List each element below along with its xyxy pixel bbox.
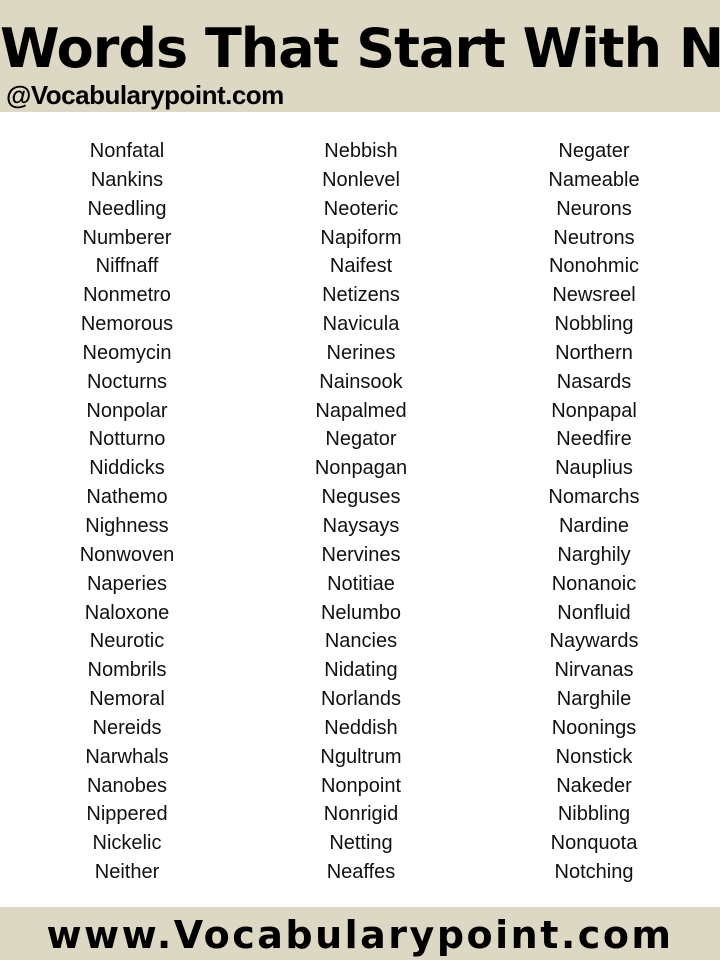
word-item: Nibbling — [557, 803, 631, 826]
word-item: Ngultrum — [320, 745, 402, 768]
word-item: Nanobes — [86, 774, 168, 797]
word-item: Nonfluid — [557, 601, 631, 624]
word-item: Nippered — [86, 803, 168, 826]
word-item: Nombrils — [87, 659, 167, 682]
word-item: Needling — [87, 197, 167, 220]
word-item: Nonpagan — [314, 457, 408, 480]
word-item: Nereids — [92, 716, 162, 739]
header-band: Words That Start With N @Vocabularypoint… — [0, 0, 720, 112]
word-item: Neutrons — [553, 226, 635, 249]
word-item: Nonohmic — [548, 255, 640, 278]
word-item: Nemorous — [80, 313, 174, 336]
word-item: Narghile — [556, 688, 632, 711]
word-item: Nocturns — [86, 370, 168, 393]
word-item: Nerines — [326, 341, 396, 364]
word-item: Nonpolar — [86, 399, 168, 422]
word-item: Nidating — [324, 659, 398, 682]
word-item: Nelumbo — [320, 601, 402, 624]
word-item: Neurons — [556, 197, 632, 220]
word-item: Nauplius — [555, 457, 633, 480]
word-item: Naperies — [86, 572, 168, 595]
word-item: Nonrigid — [323, 803, 399, 826]
word-item: Nickelic — [92, 832, 162, 855]
word-item: Neoteric — [323, 197, 399, 220]
word-item: Nainsook — [319, 370, 403, 393]
word-item: Norlands — [320, 688, 402, 711]
word-column-1: Nonfatal Nankins Needling Numberer Niffnaff N… — [17, 137, 237, 887]
word-item: Numberer — [82, 226, 172, 249]
word-item: Needfire — [556, 428, 632, 451]
footer-band: www.Vocabularypoint.com — [0, 907, 720, 960]
word-item: Nardine — [558, 514, 630, 537]
word-item: Nighness — [85, 514, 169, 537]
word-item: Notturno — [88, 428, 166, 451]
word-item: Northern — [555, 341, 633, 364]
word-item: Narwhals — [85, 745, 169, 768]
word-item: Nebbish — [324, 140, 398, 162]
site-handle: @Vocabularypoint.com — [6, 80, 284, 110]
word-item: Neddish — [324, 716, 398, 739]
word-item: Napalmed — [315, 399, 407, 422]
word-item: Nervines — [321, 543, 401, 566]
word-item: Netizens — [322, 284, 400, 307]
word-item: Nonpoint — [320, 774, 402, 797]
word-item: Naloxone — [84, 601, 170, 624]
word-item: Niddicks — [89, 457, 165, 480]
word-item: Nonlevel — [322, 168, 400, 191]
page-title: Words That Start With N — [0, 17, 720, 80]
word-item: Naysays — [322, 514, 400, 537]
word-item: Newsreel — [552, 284, 636, 307]
word-item: Neguses — [321, 486, 401, 509]
word-item: Naifest — [329, 255, 393, 278]
word-item: Neaffes — [326, 861, 396, 884]
word-item: Noonings — [551, 716, 637, 739]
word-item: Nasards — [556, 370, 632, 393]
word-item: Neither — [94, 861, 160, 884]
word-item: Narghily — [557, 543, 631, 566]
word-item: Naywards — [549, 630, 639, 653]
word-item: Netting — [329, 832, 393, 855]
word-item: Neurotic — [89, 630, 165, 653]
word-item: Nemoral — [89, 688, 165, 711]
word-item: Nameable — [548, 168, 640, 191]
word-item: Nirvanas — [554, 659, 634, 682]
word-item: Nonquota — [550, 832, 638, 855]
word-item: Nonmetro — [83, 284, 171, 307]
word-item: Nakeder — [556, 774, 632, 797]
word-item: Neomycin — [82, 341, 172, 364]
word-item: Nancies — [324, 630, 398, 653]
word-item: Nonanoic — [551, 572, 637, 595]
word-item: Nonfatal — [89, 140, 165, 162]
word-item: Napiform — [320, 226, 402, 249]
word-item: Niffnaff — [95, 255, 159, 278]
word-item: Negator — [325, 428, 397, 451]
word-item: Nonwoven — [79, 543, 175, 566]
word-item: Negater — [558, 140, 630, 162]
word-column-2: Nebbish Nonlevel Neoteric Napiform Naifest Ne… — [251, 137, 471, 887]
word-item: Notching — [554, 861, 634, 884]
word-item: Navicula — [322, 313, 400, 336]
word-item: Nomarchs — [548, 486, 640, 509]
word-item: Nankins — [90, 168, 164, 191]
word-item: Notitiae — [327, 572, 395, 595]
word-item: Nonpapal — [551, 399, 637, 422]
word-column-3: Negater Nameable Neurons Neutrons Nonohmic Ne… — [484, 137, 704, 887]
footer-url: www.Vocabularypoint.com — [46, 913, 674, 957]
word-item: Nathemo — [86, 486, 168, 509]
word-item: Nobbling — [554, 313, 634, 336]
word-item: Nonstick — [555, 745, 633, 768]
